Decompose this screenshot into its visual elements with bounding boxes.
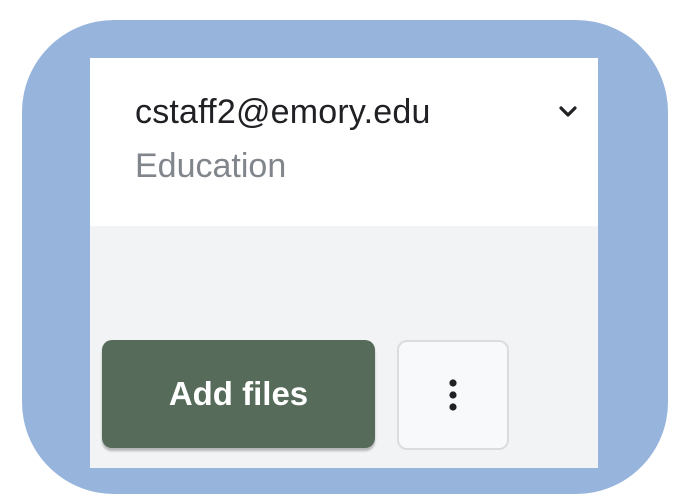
add-files-button[interactable]: Add files xyxy=(102,340,375,448)
chevron-down-icon[interactable] xyxy=(558,104,578,120)
more-options-button[interactable] xyxy=(397,340,509,450)
account-header: cstaff2@emory.edu Education xyxy=(90,58,598,226)
more-vert-icon xyxy=(449,379,457,411)
account-organization: Education xyxy=(135,147,287,185)
account-email: cstaff2@emory.edu xyxy=(135,93,431,131)
side-panel: cstaff2@emory.edu Education Add files xyxy=(90,58,598,468)
